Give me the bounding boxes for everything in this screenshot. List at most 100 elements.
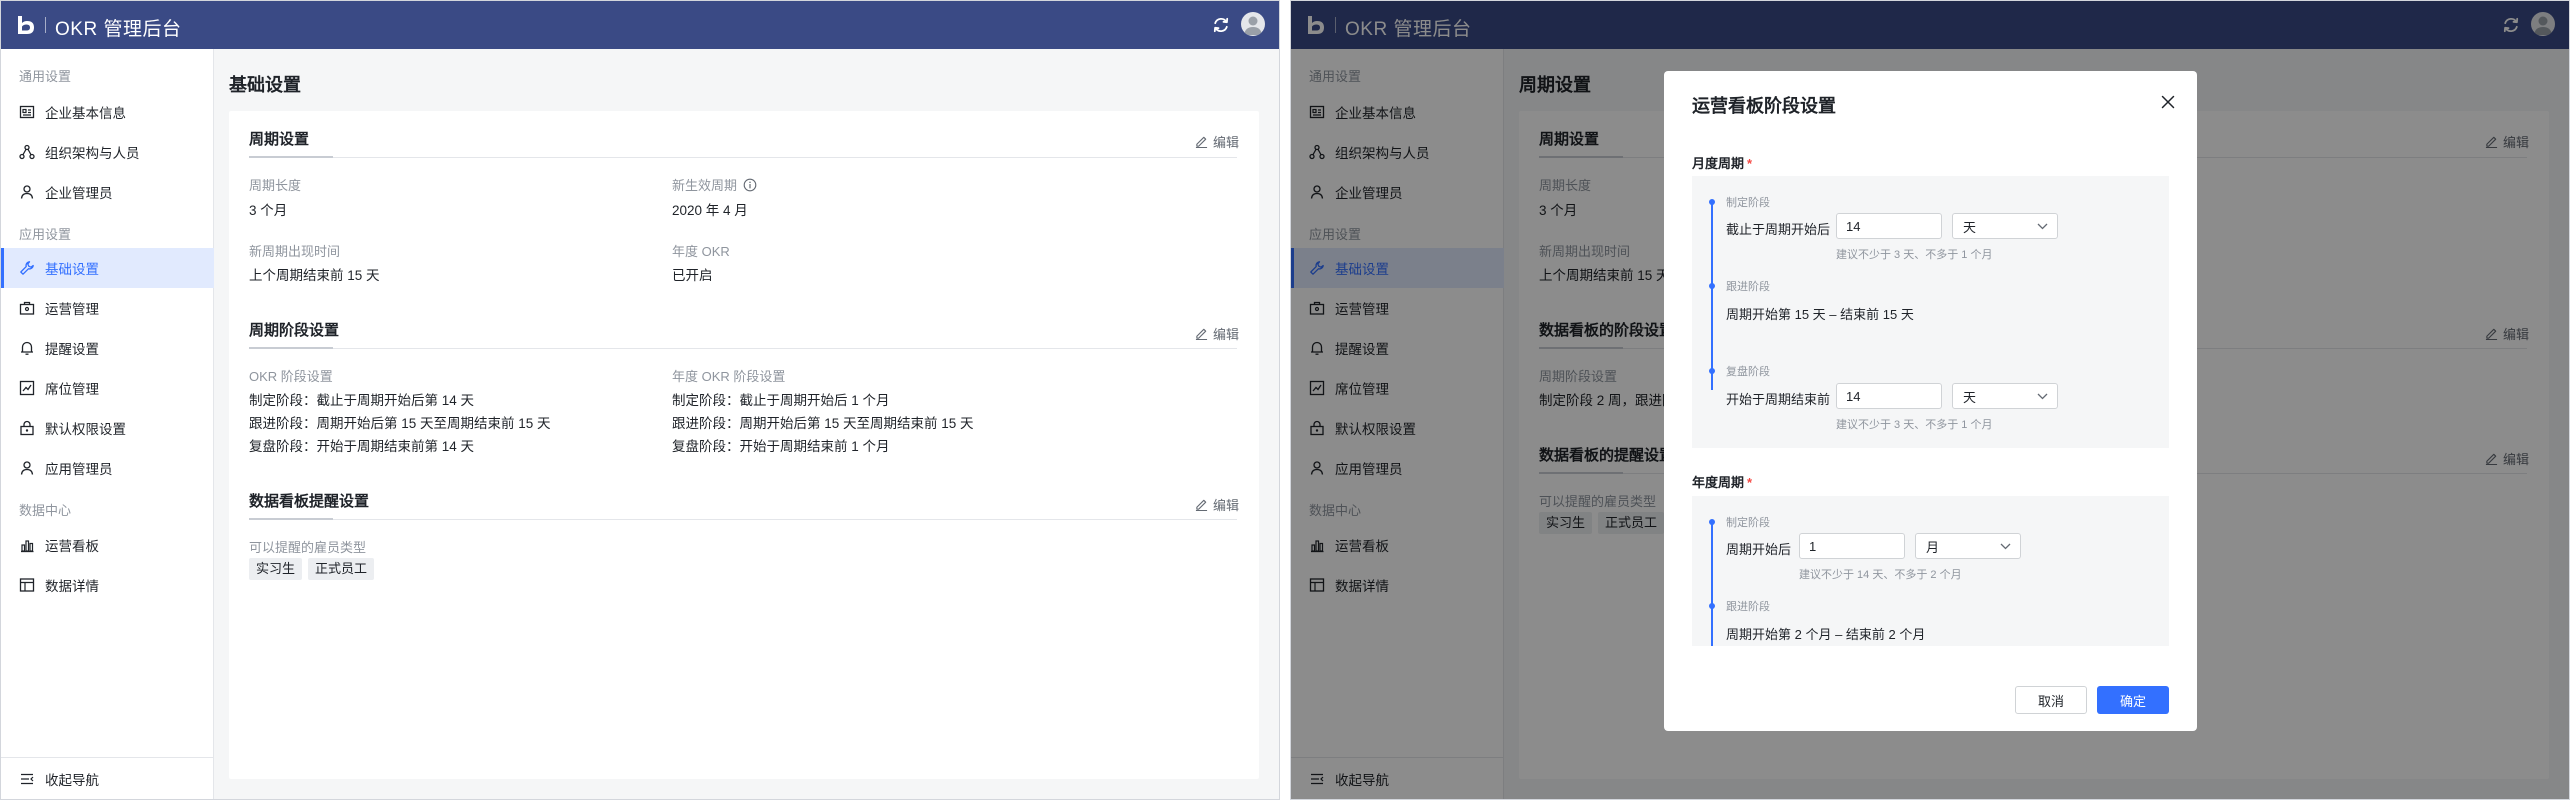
logo-divider	[45, 17, 46, 33]
timeline-line	[1711, 202, 1713, 390]
collapse-nav-label: 收起导航	[45, 772, 99, 788]
bell-icon	[19, 340, 35, 356]
avatar[interactable]	[1241, 12, 1265, 36]
collapse-nav-button[interactable]: 收起导航	[1, 757, 214, 799]
sidebar-item-org[interactable]: 组织架构与人员	[1, 132, 214, 172]
sidebar: 通用设置 企业基本信息 组织架构与人员 企业管理员 应用设置 基础设置 运营管理…	[1, 49, 214, 799]
annual-plan-input[interactable]	[1799, 533, 1905, 559]
lock-icon	[19, 420, 35, 436]
new-effective-label-text: 新生效周期	[672, 178, 738, 193]
sidebar-item-label: 企业管理员	[45, 186, 113, 201]
sidebar-item-operations[interactable]: 运营管理	[1, 288, 214, 328]
new-effective-value: 2020 年 4 月	[672, 203, 748, 218]
logo-icon[interactable]	[15, 14, 37, 36]
annual-plan-unit-select[interactable]: 月	[1915, 533, 2021, 559]
confirm-button[interactable]: 确定	[2097, 686, 2169, 714]
sidebar-item-app-admin[interactable]: 应用管理员	[1, 448, 214, 488]
employee-type-tag: 正式员工	[308, 558, 375, 580]
monthly-cycle-title: 月度周期 *	[1692, 153, 1752, 172]
sidebar-item-label: 运营管理	[45, 302, 99, 317]
edit-cycle-button[interactable]: 编辑	[1195, 132, 1239, 151]
close-icon[interactable]	[2159, 93, 2177, 111]
menu-collapse-icon	[19, 771, 35, 787]
timeline-dot	[1709, 603, 1715, 609]
select-value: 天	[1963, 389, 1977, 405]
sidebar-item-label: 应用管理员	[45, 462, 113, 477]
sidebar-item-label: 提醒设置	[45, 342, 99, 357]
follow-stage-name: 跟进阶段	[1726, 601, 1770, 613]
info-icon[interactable]	[743, 178, 757, 192]
sidebar-item-reminders[interactable]: 提醒设置	[1, 328, 214, 368]
timeline-dot	[1709, 283, 1715, 289]
plan-stage-name: 制定阶段	[1726, 197, 1770, 209]
app-title: OKR 管理后台	[55, 19, 182, 40]
sidebar-item-label: 运营看板	[45, 539, 99, 554]
monthly-cycle-title-text: 月度周期	[1692, 156, 1745, 171]
timeline-dot	[1709, 199, 1715, 205]
annual-stage-line: 制定阶段：截止于周期开始后 1 个月	[672, 393, 890, 408]
edit-stage-button[interactable]: 编辑	[1195, 324, 1239, 343]
sidebar-group-app: 应用设置	[19, 227, 72, 242]
chevron-down-icon	[2000, 543, 2011, 550]
bar-chart-icon	[19, 537, 35, 553]
annual-stage-label: 年度 OKR 阶段设置	[672, 369, 786, 384]
section-divider	[249, 347, 1237, 349]
monthly-stage-box: 制定阶段 截止于周期开始后 天 建议不少于 3 天、不多于 1 个月 跟进阶段 …	[1692, 176, 2169, 448]
new-appear-value: 上个周期结束前 15 天	[249, 268, 380, 283]
cancel-button[interactable]: 取消	[2015, 686, 2087, 714]
sidebar-item-basic-settings[interactable]: 基础设置	[1, 248, 214, 288]
edit-icon	[1195, 499, 1208, 511]
section-divider	[249, 156, 1237, 158]
sidebar-item-company-admin[interactable]: 企业管理员	[1, 172, 214, 212]
plan-hint: 建议不少于 14 天、不多于 2 个月	[1799, 569, 1962, 581]
follow-stage-text: 周期开始第 2 个月 – 结束前 2 个月	[1726, 627, 1926, 642]
timeline-dot	[1709, 368, 1715, 374]
okr-stage-label: OKR 阶段设置	[249, 369, 333, 384]
screen-dashboard-stage-modal: OKR 管理后台 通用设置 企业基本信息 组织架构与人员 企业管理员 应用设置 …	[1290, 0, 2570, 800]
user-icon	[19, 460, 35, 476]
new-effective-label: 新生效周期	[672, 175, 757, 194]
monthly-review-unit-select[interactable]: 天	[1952, 383, 2058, 409]
sidebar-item-company-info[interactable]: 企业基本信息	[1, 92, 214, 132]
sidebar-group-data: 数据中心	[19, 503, 72, 518]
review-stage-name: 复盘阶段	[1726, 366, 1770, 378]
follow-stage-name: 跟进阶段	[1726, 281, 1770, 293]
monthly-plan-unit-select[interactable]: 天	[1952, 213, 2058, 239]
annual-stage-box: 制定阶段 周期开始后 月 建议不少于 14 天、不多于 2 个月 跟进阶段 周期…	[1692, 496, 2169, 646]
edit-icon	[1195, 328, 1208, 340]
wrench-icon	[19, 260, 35, 276]
sidebar-item-seats[interactable]: 席位管理	[1, 368, 214, 408]
section-divider	[249, 518, 1237, 520]
monthly-plan-input[interactable]	[1836, 213, 1942, 239]
review-hint: 建议不少于 3 天、不多于 1 个月	[1836, 419, 1993, 431]
annual-stage-line: 跟进阶段：周期开始后第 15 天至周期结束前 15 天	[672, 416, 974, 431]
monthly-review-input[interactable]	[1836, 383, 1942, 409]
cycle-length-value: 3 个月	[249, 203, 288, 218]
employee-types-label: 可以提醒的雇员类型	[249, 540, 367, 555]
okr-stage-line: 复盘阶段：开始于周期结束前第 14 天	[249, 439, 475, 454]
sidebar-item-label: 企业基本信息	[45, 106, 126, 121]
follow-stage-text: 周期开始第 15 天 – 结束前 15 天	[1726, 307, 1914, 322]
modal-body[interactable]: 月度周期* 制定阶段 截止于周期开始后 天 建议不少于 3 天、不多于 1 个月…	[1692, 141, 2169, 646]
user-icon	[19, 184, 35, 200]
plan-stage-name: 制定阶段	[1726, 517, 1770, 529]
edit-label: 编辑	[1212, 498, 1239, 513]
annual-cycle-title: 年度周期 *	[1692, 472, 1752, 491]
okr-stage-line: 制定阶段：截止于周期开始后第 14 天	[249, 393, 475, 408]
annual-stage-line: 复盘阶段：开始于周期结束前 1 个月	[672, 439, 890, 454]
sidebar-item-data-details[interactable]: 数据详情	[1, 565, 214, 605]
timeline-line	[1711, 522, 1713, 646]
edit-icon	[1195, 136, 1208, 148]
edit-reminder-button[interactable]: 编辑	[1195, 495, 1239, 514]
timeline-dot	[1709, 519, 1715, 525]
annual-okr-value: 已开启	[672, 268, 713, 283]
sidebar-item-dashboard[interactable]: 运营看板	[1, 525, 214, 565]
employee-type-tag: 实习生	[249, 558, 303, 580]
new-appear-label: 新周期出现时间	[249, 244, 341, 259]
sidebar-item-permissions[interactable]: 默认权限设置	[1, 408, 214, 448]
section-title-stage: 周期阶段设置	[249, 322, 340, 339]
sidebar-group-general: 通用设置	[19, 69, 72, 84]
refresh-icon[interactable]	[1211, 15, 1231, 35]
annual-okr-label: 年度 OKR	[672, 244, 730, 259]
sidebar-item-label: 默认权限设置	[45, 422, 126, 437]
